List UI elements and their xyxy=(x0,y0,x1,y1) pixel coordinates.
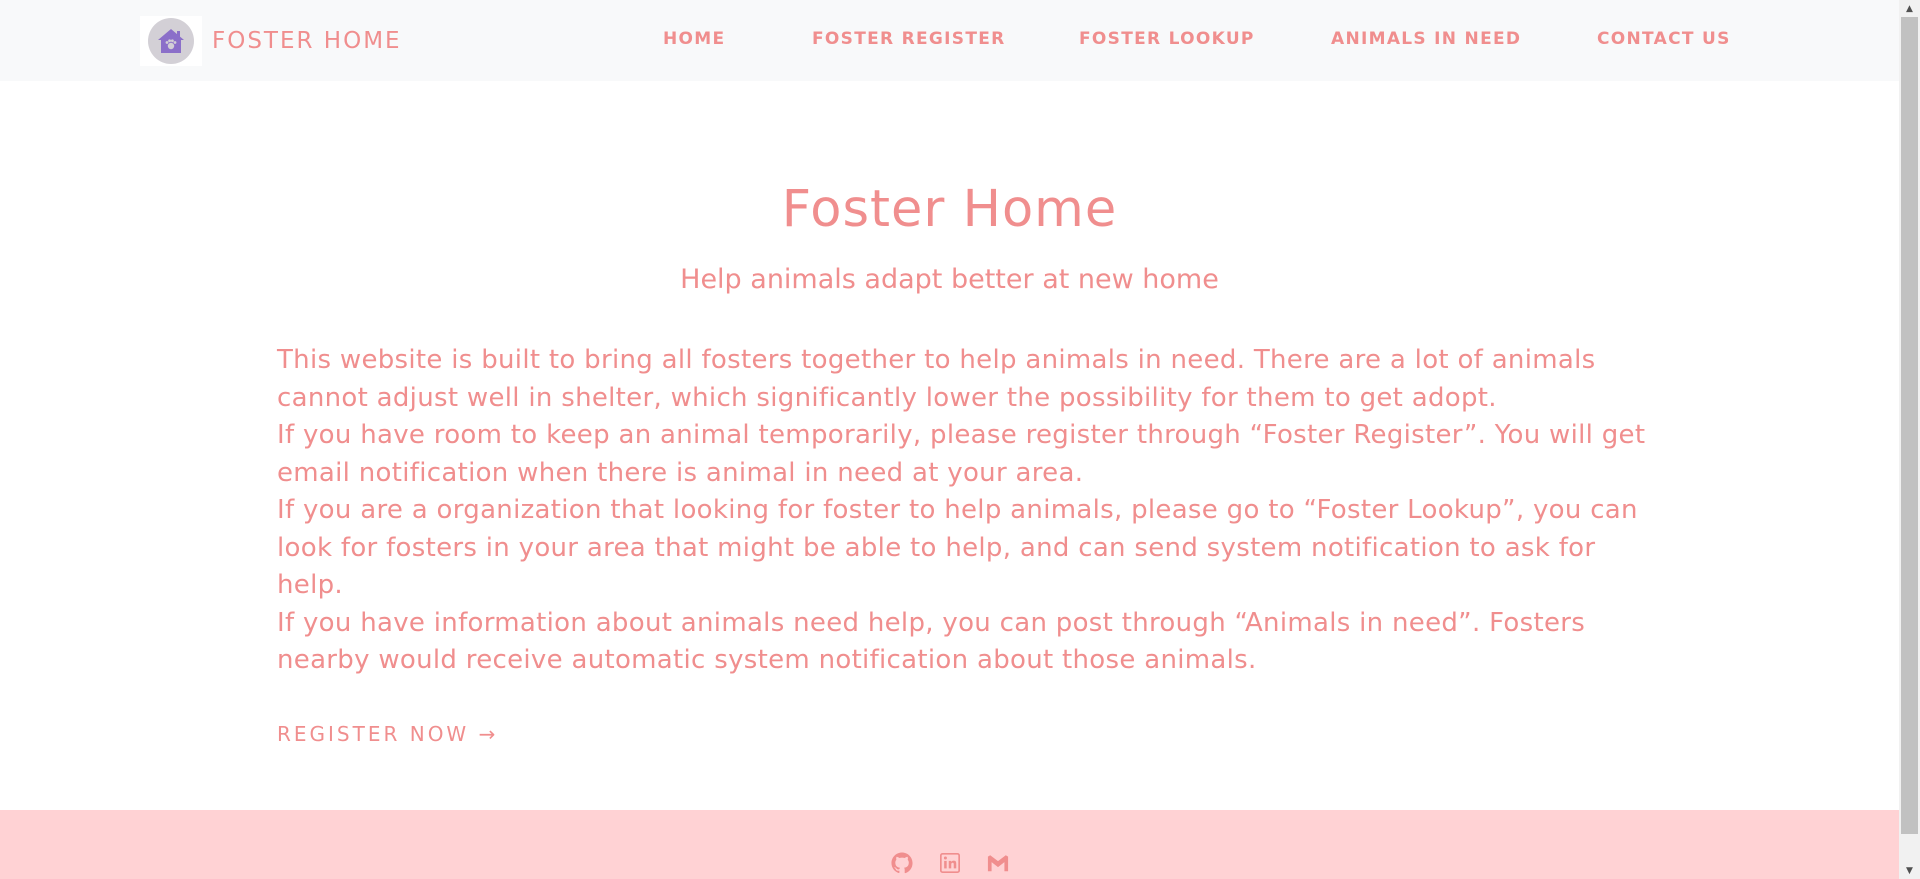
nav-link-animals-in-need[interactable]: ANIMALS IN NEED xyxy=(1331,29,1521,49)
social-links xyxy=(0,852,1899,874)
nav-link-home[interactable]: HOME xyxy=(663,29,725,49)
intro-paragraph: If you have information about animals ne… xyxy=(277,607,1586,676)
github-icon[interactable] xyxy=(890,852,913,874)
page: FOSTER HOME HOME FOSTER REGISTER FOSTER … xyxy=(0,0,1920,879)
scroll-down-arrow-icon[interactable]: ▼ xyxy=(1899,862,1920,879)
nav-link-contact-us[interactable]: CONTACT US xyxy=(1597,29,1731,49)
scrollbar-thumb[interactable] xyxy=(1901,17,1918,834)
intro-text: This website is built to bring all foste… xyxy=(277,342,1647,680)
register-now-link[interactable]: REGISTER NOW → xyxy=(277,722,498,746)
nav-link-foster-register[interactable]: FOSTER REGISTER xyxy=(812,29,1006,49)
intro-paragraph: If you have room to keep an animal tempo… xyxy=(277,420,1646,488)
scroll-up-arrow-icon[interactable]: ▲ xyxy=(1899,0,1920,17)
page-subtitle: Help animals adapt better at new home xyxy=(680,264,1219,295)
intro-paragraph: If you are a organization that looking f… xyxy=(277,495,1638,600)
page-title: Foster Home xyxy=(781,180,1118,239)
intro-paragraph: This website is built to bring all foste… xyxy=(277,345,1596,413)
vertical-scrollbar[interactable]: ▲ ▼ xyxy=(1899,0,1920,879)
nav-menu: HOME FOSTER REGISTER FOSTER LOOKUP ANIMA… xyxy=(0,29,1899,53)
gmail-icon[interactable] xyxy=(987,852,1009,874)
linkedin-icon[interactable] xyxy=(939,852,961,874)
footer xyxy=(0,810,1899,879)
nav-link-foster-lookup[interactable]: FOSTER LOOKUP xyxy=(1079,29,1255,49)
navbar: FOSTER HOME HOME FOSTER REGISTER FOSTER … xyxy=(0,0,1899,81)
